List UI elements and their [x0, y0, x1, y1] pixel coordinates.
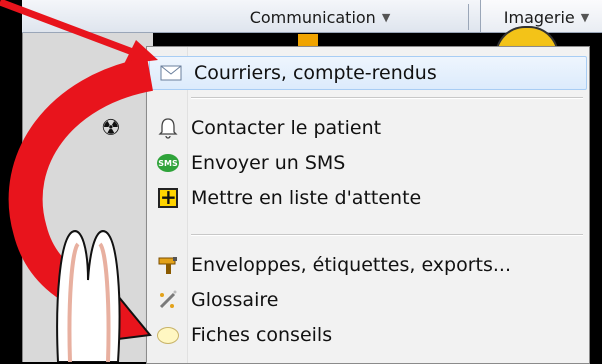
tab-communication-label: Communication — [249, 8, 376, 27]
left-panel: ☢ — [22, 28, 153, 362]
envelope-icon — [160, 62, 182, 84]
speech-bubble-icon — [157, 324, 179, 346]
menu-item-label: Contacter le patient — [191, 117, 382, 139]
menu-separator — [191, 97, 583, 99]
menu-item-label: Envoyer un SMS — [191, 152, 346, 174]
menu-separator — [191, 234, 583, 236]
plus-box-icon: + — [158, 185, 178, 209]
menu-item-label: Glossaire — [191, 289, 279, 311]
menu-item-enveloppes[interactable]: Enveloppes, étiquettes, exports... — [147, 248, 589, 282]
chevron-down-icon: ▼ — [580, 11, 590, 24]
tab-imagerie-label: Imagerie — [503, 8, 575, 27]
wand-icon — [157, 289, 179, 311]
menu-item-envoyer-sms[interactable]: SMS Envoyer un SMS — [147, 146, 589, 180]
radiation-icon: ☢ — [101, 116, 121, 141]
tab-communication[interactable]: Communication ▼ — [172, 0, 468, 32]
menu-item-label: Fiches conseils — [191, 324, 333, 346]
chevron-down-icon: ▼ — [381, 11, 391, 24]
label-gun-icon — [157, 254, 179, 276]
toolbar-icon-fragment — [298, 34, 318, 46]
tab-divider — [468, 4, 469, 30]
sms-icon: SMS — [157, 152, 179, 174]
menu-item-courriers[interactable]: Courriers, compte-rendus — [149, 56, 587, 90]
menu-item-label: Enveloppes, étiquettes, exports... — [191, 254, 512, 276]
menu-item-label: Courriers, compte-rendus — [194, 62, 437, 84]
menu-item-label: Mettre en liste d'attente — [191, 187, 422, 209]
menu-item-liste-attente[interactable]: + Mettre en liste d'attente — [147, 181, 589, 215]
menu-item-contacter-patient[interactable]: Contacter le patient — [147, 111, 589, 145]
sms-icon-text: SMS — [157, 154, 179, 172]
communication-dropdown-menu: Courriers, compte-rendus Contacter le pa… — [146, 46, 590, 364]
menu-item-fiches-conseils[interactable]: Fiches conseils — [147, 318, 589, 352]
tab-imagerie[interactable]: Imagerie ▼ — [480, 0, 602, 32]
menu-item-glossaire[interactable]: Glossaire — [147, 283, 589, 317]
bell-icon — [157, 117, 179, 139]
